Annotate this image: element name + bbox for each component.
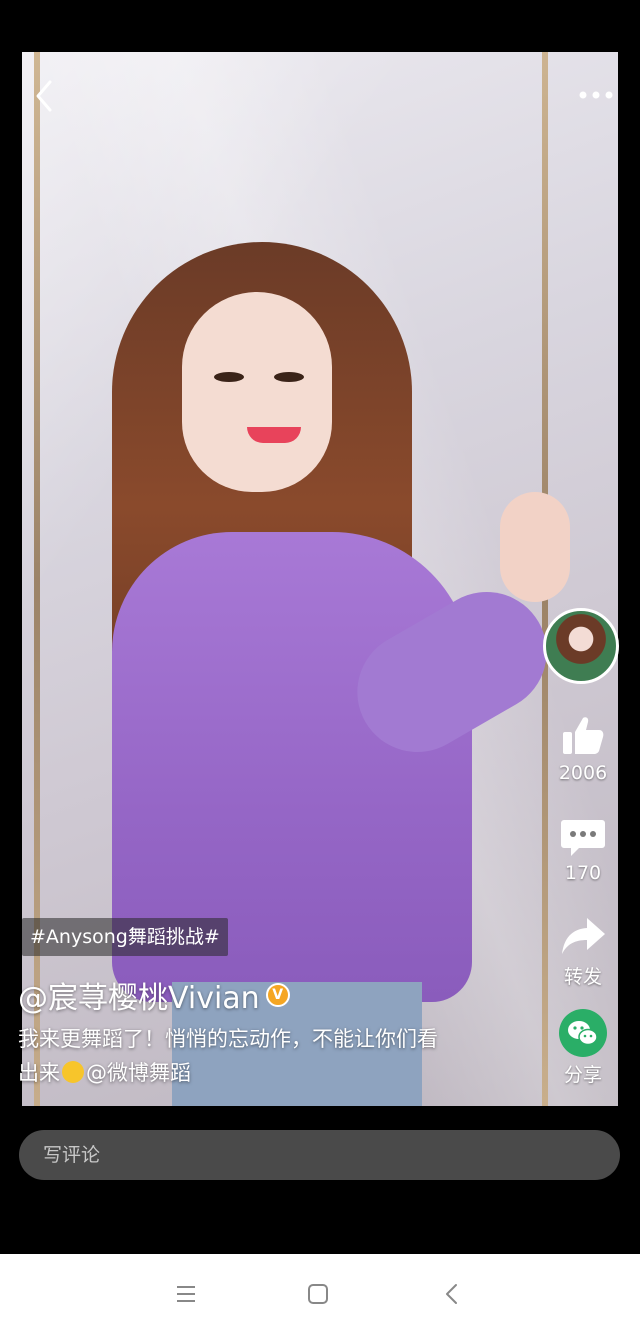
dancer-hand (500, 492, 570, 602)
more-button[interactable] (576, 80, 616, 110)
author-avatar[interactable] (543, 608, 619, 684)
back-button[interactable] (28, 76, 64, 116)
mention-link[interactable]: @微博舞蹈 (86, 1061, 191, 1085)
speech-bubble-icon (561, 820, 605, 856)
share-button[interactable]: 分享 (548, 1008, 618, 1087)
back-chevron-icon (446, 1284, 457, 1304)
forward-arrow-icon (562, 918, 605, 954)
like-button[interactable]: 2006 (548, 712, 618, 784)
caption-line: 我来更舞蹈了！悄悄的忘动作，不能让你们看 (18, 1027, 438, 1051)
author-info[interactable]: @宸荨樱桃Vivian V (18, 974, 290, 1016)
dancer-face (182, 292, 332, 492)
like-count: 2006 (558, 762, 608, 784)
repost-label: 转发 (563, 966, 602, 988)
screen: 2006 170 转发 分享 #Anysong舞蹈挑战# @宸荨樱桃Vivian… (0, 0, 640, 1332)
ellipsis-icon (579, 91, 613, 99)
menu-icon (177, 1286, 195, 1302)
dancer-lips (247, 427, 301, 443)
dancer-eye (214, 372, 244, 382)
dancer-eye (274, 372, 304, 382)
hashtag-topic[interactable]: #Anysong舞蹈挑战# (22, 918, 228, 956)
comment-button[interactable]: 170 (548, 812, 618, 884)
video-caption: 我来更舞蹈了！悄悄的忘动作，不能让你们看 出来 @微博舞蹈 (18, 1022, 488, 1090)
nav-home-button[interactable] (300, 1276, 336, 1312)
comment-bar: 写评论 (0, 1106, 640, 1254)
comment-input[interactable]: 写评论 (19, 1130, 620, 1180)
system-nav-bar (0, 1254, 640, 1332)
author-name[interactable]: @宸荨樱桃Vivian (18, 973, 260, 1017)
caption-line: 出来 @微博舞蹈 (18, 1056, 488, 1090)
nav-back-button[interactable] (434, 1276, 470, 1312)
share-label: 分享 (563, 1064, 602, 1086)
verified-badge-icon: V (265, 983, 290, 1007)
home-square-icon (308, 1284, 328, 1304)
caption-text: 出来 (18, 1061, 60, 1085)
nav-menu-button[interactable] (168, 1276, 204, 1312)
chevron-left-icon (36, 80, 52, 112)
wechat-icon (559, 1009, 607, 1057)
thumbs-up-icon (563, 717, 604, 754)
comment-count: 170 (564, 862, 602, 884)
repost-button[interactable]: 转发 (548, 912, 618, 989)
emoji-icon (62, 1061, 84, 1083)
